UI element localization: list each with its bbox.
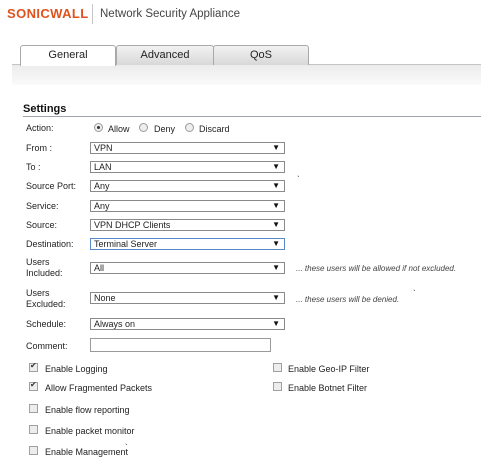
chevron-down-icon: ▼ [272,319,280,328]
source-port-value: Any [94,181,110,191]
tick-mark-icon: ` [297,175,300,184]
users-excluded-select[interactable]: None ▼ [90,292,285,304]
flow-reporting-checkbox[interactable] [29,404,38,413]
action-allow-label: Allow [108,124,130,134]
tab-qos[interactable]: QoS [213,45,309,65]
from-label: From : [26,143,52,153]
chevron-down-icon: ▼ [272,263,280,272]
schedule-value: Always on [94,319,136,329]
action-deny-radio[interactable] [139,123,148,132]
header-title: Network Security Appliance [100,8,240,20]
from-select[interactable]: VPN ▼ [90,142,285,154]
header-divider [92,4,93,24]
action-deny-label: Deny [154,124,176,134]
enable-logging-checkbox[interactable] [29,361,38,372]
botnet-label: Enable Botnet Filter [288,383,368,393]
enable-logging-label: Enable Logging [45,364,108,374]
tab-general[interactable]: General [20,45,116,66]
chevron-down-icon: ▼ [272,239,280,248]
allow-fragmented-label: Allow Fragmented Packets [45,383,153,393]
action-discard-label: Discard [199,124,230,134]
schedule-label: Schedule: [26,319,67,329]
tab-strip [12,64,481,85]
comment-label: Comment: [26,341,68,351]
comment-input[interactable] [90,338,271,352]
destination-label: Destination: [26,239,74,249]
schedule-select[interactable]: Always on ▼ [90,318,285,330]
chevron-down-icon: ▼ [272,162,280,171]
users-included-label-line1: Users [26,257,50,267]
service-value: Any [94,201,110,211]
users-excluded-hint: ... these users will be denied. [296,295,400,304]
flow-reporting-label: Enable flow reporting [45,405,130,415]
tick-mark-icon: ` [125,443,128,452]
botnet-checkbox[interactable] [273,382,282,391]
source-select[interactable]: VPN DHCP Clients ▼ [90,219,285,231]
from-value: VPN [94,143,113,153]
to-value: LAN [94,162,112,172]
to-select[interactable]: LAN ▼ [90,161,285,173]
source-port-select[interactable]: Any ▼ [90,180,285,192]
action-label: Action: [26,123,54,133]
packet-monitor-checkbox[interactable] [29,425,38,434]
geo-ip-label: Enable Geo-IP Filter [288,364,370,374]
packet-monitor-label: Enable packet monitor [45,426,135,436]
sonicwall-logo: SONICWALL [7,6,89,21]
destination-select[interactable]: Terminal Server ▼ [90,238,285,250]
management-checkbox[interactable] [29,446,38,455]
geo-ip-checkbox[interactable] [273,363,282,372]
management-label: Enable Management [45,447,129,457]
source-label: Source: [26,220,58,230]
users-included-value: All [94,263,105,273]
allow-fragmented-checkbox[interactable] [29,380,38,391]
chevron-down-icon: ▼ [272,293,280,302]
users-included-label-line2: Included: [26,268,63,278]
users-excluded-value: None [94,293,116,303]
action-allow-radio[interactable] [94,123,103,132]
section-title: Settings [23,103,67,115]
users-excluded-label-line2: Excluded: [26,299,66,309]
users-included-select[interactable]: All ▼ [90,262,285,274]
tick-mark-icon: ` [413,289,416,298]
service-select[interactable]: Any ▼ [90,200,285,212]
chevron-down-icon: ▼ [272,143,280,152]
source-port-label: Source Port: [26,181,77,191]
chevron-down-icon: ▼ [272,181,280,190]
tab-advanced[interactable]: Advanced [116,45,214,65]
users-included-hint: ... these users will be allowed if not e… [296,264,457,273]
users-excluded-label-line1: Users [26,288,50,298]
section-divider [23,116,481,117]
service-label: Service: [26,201,59,211]
source-value: VPN DHCP Clients [94,220,171,230]
action-discard-radio[interactable] [185,123,194,132]
chevron-down-icon: ▼ [272,220,280,229]
chevron-down-icon: ▼ [272,201,280,210]
to-label: To : [26,162,41,172]
destination-value: Terminal Server [94,239,158,249]
